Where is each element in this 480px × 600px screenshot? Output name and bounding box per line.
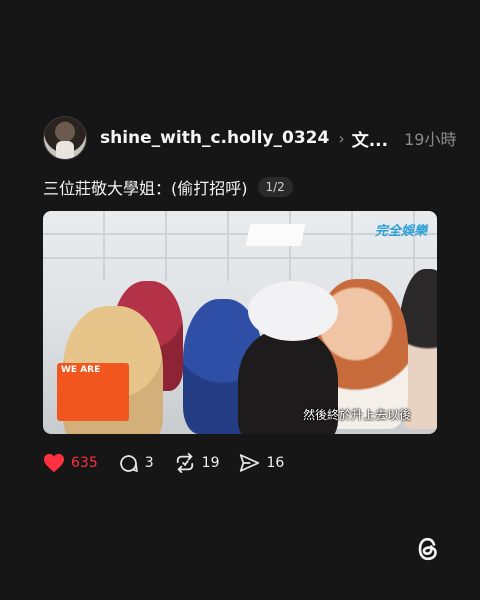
comment-icon	[119, 454, 138, 472]
video-subtitle: 然後終於升上去以後	[302, 408, 411, 422]
post-header: shine_with_c.holly_0324 › 文... 19小時	[43, 116, 456, 160]
topic-tag[interactable]: 文...	[352, 126, 388, 151]
show-logo: WE ARE	[57, 363, 129, 421]
share-icon	[240, 454, 260, 472]
username[interactable]: shine_with_c.holly_0324	[100, 128, 329, 148]
chevron-right-icon: ›	[338, 128, 345, 148]
broadcaster-logo: 完全娛樂	[374, 224, 427, 239]
repost-icon	[176, 453, 193, 473]
ceiling-light	[245, 224, 306, 246]
share-button[interactable]: 16	[239, 453, 284, 473]
comment-count: 3	[144, 455, 154, 471]
repost-count: 19	[201, 455, 220, 471]
like-count: 635	[71, 455, 98, 471]
fur-hat	[248, 281, 338, 341]
like-button[interactable]: 635	[43, 453, 98, 473]
post-caption: 三位莊敬大學姐：(偷打招呼)	[43, 179, 248, 198]
avatar[interactable]	[43, 116, 87, 160]
caption-row: 三位莊敬大學姐：(偷打招呼) 1/2	[43, 174, 437, 200]
share-count: 16	[266, 455, 285, 471]
post: shine_with_c.holly_0324 › 文... 19小時 三位莊敬…	[43, 116, 456, 474]
post-time: 19小時	[404, 130, 457, 149]
repost-button[interactable]: 19	[174, 453, 220, 473]
comment-button[interactable]: 3	[118, 453, 154, 474]
post-video[interactable]: 完全娛樂 WE ARE 然後終於升上去以後	[43, 211, 437, 434]
heart-icon	[44, 453, 64, 473]
action-bar: 635 3 19 16	[43, 452, 437, 474]
threads-logo-icon[interactable]	[415, 536, 441, 562]
page-indicator: 1/2	[257, 177, 293, 197]
